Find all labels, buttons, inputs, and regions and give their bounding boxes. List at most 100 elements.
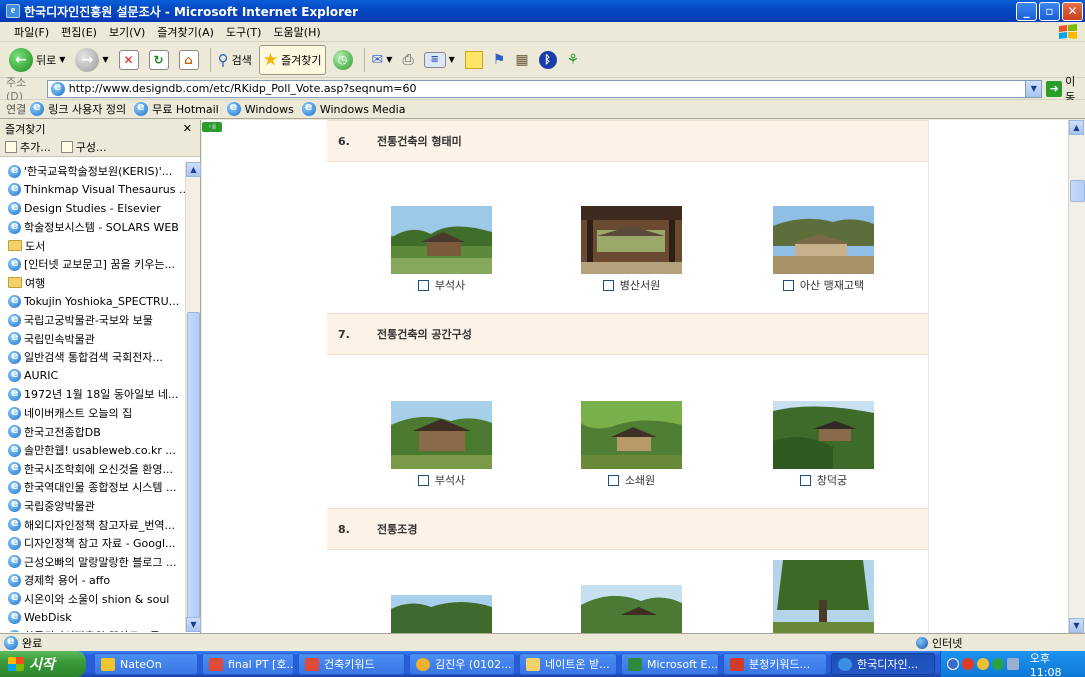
page-scrollbar[interactable]: ▲ ▼ — [1068, 120, 1085, 633]
scroll-down-icon[interactable]: ▼ — [186, 617, 201, 632]
chevron-down-icon[interactable]: ▼ — [59, 55, 65, 64]
research-button[interactable]: ▦ — [512, 45, 531, 75]
mail-button[interactable]: ✉ ▼ — [369, 45, 396, 75]
address-input[interactable]: http://www.designdb.com/etc/RKidp_Poll_V… — [46, 79, 1043, 98]
favorites-link[interactable]: 경제학 용어 - affo — [8, 571, 190, 590]
favorites-link[interactable]: 솔만한웹! usableweb.co.kr ... — [8, 441, 190, 460]
option-checkbox[interactable] — [782, 279, 794, 291]
favorites-link[interactable]: 국립고궁박물관-국보와 보물 — [8, 311, 190, 330]
network-icon[interactable] — [991, 658, 1004, 670]
favorites-link[interactable]: 근성오빠의 말랑말랑한 블로그 ... — [8, 552, 190, 571]
address-dropdown-icon[interactable]: ▼ — [1025, 80, 1042, 97]
menu-edit[interactable]: 편집(E) — [55, 24, 103, 40]
favorites-link[interactable]: 네이버캐스트 오늘의 집 — [8, 404, 190, 423]
stop-button[interactable]: ✕ — [116, 45, 142, 75]
favorites-link[interactable]: 국립중앙박물관 — [8, 497, 190, 516]
scroll-thumb[interactable] — [1070, 180, 1085, 202]
temple-photo — [391, 401, 492, 469]
favorites-link[interactable]: 한국역대인물 종합정보 시스템 ... — [8, 478, 190, 497]
home-button[interactable]: ⌂ — [176, 45, 202, 75]
taskbar-button[interactable]: Microsoft E... — [621, 653, 719, 675]
menu-favorites[interactable]: 즐겨찾기(A) — [151, 24, 220, 40]
history-button[interactable]: ◷ — [330, 45, 356, 75]
option-checkbox[interactable] — [602, 279, 614, 291]
favorites-link[interactable]: 국립민속박물관 — [8, 329, 190, 348]
favorites-folder[interactable]: 도서 — [8, 236, 190, 255]
link-windows-media[interactable]: Windows Media — [301, 100, 405, 116]
scroll-up-icon[interactable]: ▲ — [186, 162, 201, 177]
favorites-link[interactable]: Tokujin Yoshioka_SPECTRU... — [8, 292, 190, 311]
scroll-up-icon[interactable]: ▲ — [1069, 120, 1084, 135]
favorites-link[interactable]: 시온이와 소울이 shion & soul — [8, 590, 190, 609]
option-checkbox[interactable] — [799, 474, 811, 486]
maximize-button[interactable]: ▫ — [1039, 1, 1060, 21]
scroll-down-icon[interactable]: ▼ — [1069, 618, 1084, 633]
msn-button[interactable]: ⚘ — [564, 45, 583, 75]
antivirus-icon[interactable] — [961, 658, 974, 670]
minimize-button[interactable]: _ — [1016, 1, 1037, 21]
favorites-link[interactable]: 일반검색 통합검색 국회전자... — [8, 348, 190, 367]
favorites-link[interactable]: 디자인정책 참고 자료 - Googl... — [8, 534, 190, 553]
refresh-button[interactable]: ↻ — [146, 45, 172, 75]
close-icon[interactable]: ✕ — [183, 122, 192, 135]
taskbar-button[interactable]: NateOn — [94, 653, 198, 675]
menu-file[interactable]: 파일(F) — [8, 24, 55, 40]
page-icon — [50, 80, 65, 96]
menu-tools[interactable]: 도구(T) — [220, 24, 268, 40]
scroll-thumb[interactable] — [187, 312, 200, 622]
tray-arrow-icon[interactable] — [947, 658, 959, 670]
menu-help[interactable]: 도움말(H) — [267, 24, 326, 40]
clock[interactable]: 오후 11:08 — [1030, 650, 1085, 677]
notes-button[interactable] — [462, 45, 486, 75]
favorites-button[interactable]: ★ 즐겨찾기 — [258, 44, 326, 75]
favorites-folder[interactable]: 여행 — [8, 274, 190, 293]
favorites-link[interactable]: 학술정보시스템 - SOLARS WEB — [8, 218, 190, 237]
search-button[interactable]: ⚲ 검색 — [215, 45, 255, 75]
title-bar[interactable]: e 한국디자인진흥원 설문조사 - Microsoft Internet Exp… — [0, 0, 1085, 22]
favorites-link[interactable]: Design Studies - Elsevier — [8, 199, 190, 218]
ie-app-icon[interactable]: e — [6, 4, 20, 18]
favorites-link[interactable]: Thinkmap Visual Thesaurus ... — [8, 181, 190, 200]
favorites-link[interactable]: 한국시조학회에 오신것을 환영... — [8, 460, 190, 479]
start-button[interactable]: 시작 — [0, 651, 86, 677]
menu-view[interactable]: 보기(V) — [103, 24, 151, 40]
favorites-organize-button[interactable]: 구성... — [60, 139, 106, 155]
chevron-down-icon[interactable]: ▼ — [449, 55, 455, 64]
taskbar-button[interactable]: 건축키워드 — [298, 653, 405, 675]
link-hotmail[interactable]: 무료 Hotmail — [134, 100, 219, 117]
option-checkbox[interactable] — [607, 474, 619, 486]
close-button[interactable]: ✕ — [1062, 1, 1083, 21]
messenger-button[interactable]: ⚑ — [490, 45, 509, 75]
chevron-down-icon[interactable]: ▼ — [102, 55, 108, 64]
favorites-link[interactable]: '한국교육학술정보원(KERIS)'... — [8, 162, 190, 181]
question-header: 6. 전통건축의 형태미 — [327, 120, 928, 162]
print-button[interactable]: ⎙ — [399, 45, 416, 75]
favorites-link[interactable]: 해외디자인정책 참고자료_번역... — [8, 515, 190, 534]
option-checkbox[interactable] — [417, 474, 429, 486]
taskbar-button[interactable]: final PT [호... — [202, 653, 294, 675]
volume-icon[interactable] — [1006, 658, 1019, 670]
bluetooth-button[interactable]: ᛒ — [536, 45, 560, 75]
favorites-link[interactable]: AURIC — [8, 367, 190, 386]
edit-button[interactable]: ≡ ▼ — [421, 45, 458, 75]
favorites-link[interactable]: [인터넷 교보문고] 꿈을 키우는... — [8, 255, 190, 274]
taskbar-button[interactable]: 김진우 (0102... — [409, 653, 515, 675]
back-button[interactable]: ← 뒤로 ▼ — [6, 45, 68, 75]
favorites-link[interactable]: WebDisk — [8, 608, 190, 627]
messenger-tray-icon[interactable] — [976, 658, 989, 670]
address-url[interactable]: http://www.designdb.com/etc/RKidp_Poll_V… — [69, 82, 1026, 95]
taskbar-button[interactable]: 분청키워드... — [723, 653, 827, 675]
favorites-scrollbar[interactable]: ▲ ▼ — [185, 162, 201, 632]
link-customize[interactable]: 링크 사용자 정의 — [30, 100, 126, 117]
favorites-link[interactable]: 1972년 1월 18일 동아일보 네... — [8, 385, 190, 404]
favorites-link[interactable]: 한국디자인진흥원 웹하드 - 국... — [8, 627, 190, 632]
favorites-link[interactable]: 한국고전종합DB — [8, 422, 190, 441]
favorites-tools: 추가... 구성... — [0, 137, 200, 157]
chevron-down-icon[interactable]: ▼ — [386, 55, 392, 64]
forward-button[interactable]: → ▼ — [72, 45, 111, 75]
favorites-add-button[interactable]: 추가... — [5, 139, 51, 155]
link-windows[interactable]: Windows — [226, 100, 294, 116]
taskbar-button[interactable]: 네이트온 받... — [519, 653, 617, 675]
taskbar-button-active[interactable]: 한국디자인... — [831, 653, 935, 675]
option-checkbox[interactable] — [417, 279, 429, 291]
